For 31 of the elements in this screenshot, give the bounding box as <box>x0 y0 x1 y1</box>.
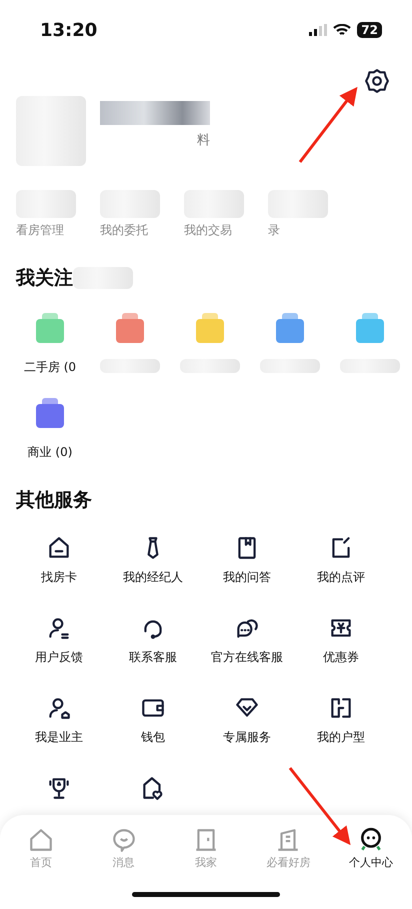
tab[interactable]: 个人中心 <box>330 827 412 870</box>
service-item[interactable]: 优惠券 <box>294 615 388 669</box>
service-item[interactable]: 我的经纪人 <box>106 535 200 589</box>
service-item[interactable]: 找房卡 <box>12 535 106 589</box>
profile-text: 料 <box>197 132 210 149</box>
battery-level: 72 <box>357 22 382 38</box>
stat-item[interactable]: 我的交易 <box>184 190 268 239</box>
message-bubble-icon <box>110 827 137 853</box>
stat-item[interactable]: 我的委托 <box>100 190 184 239</box>
service-item[interactable]: 联系客服 <box>106 615 200 669</box>
category-item[interactable]: 二手房 (0 <box>10 309 90 376</box>
section-title: 我关注 <box>16 266 73 291</box>
signal-icon <box>309 24 328 36</box>
service-item[interactable]: 我的点评 <box>294 535 388 589</box>
service-item[interactable]: 用户反馈 <box>12 615 106 669</box>
service-item[interactable]: 我的问答 <box>200 535 294 589</box>
category-item[interactable]: 商业 (0) <box>10 394 90 461</box>
avatar-redaction <box>16 96 86 166</box>
service-item[interactable]: 专属服务 <box>200 695 294 749</box>
section-title: 其他服务 <box>16 488 92 513</box>
home-icon <box>28 827 54 853</box>
title-redaction <box>73 267 133 289</box>
service-item[interactable]: 官方在线客服 <box>200 615 294 669</box>
status-time: 13:20 <box>40 20 98 40</box>
service-item[interactable]: 钱包 <box>106 695 200 749</box>
wifi-icon <box>333 24 352 36</box>
stat-item[interactable]: 看房管理 <box>16 190 100 239</box>
service-item[interactable]: 我是业主 <box>12 695 106 749</box>
stat-item[interactable]: 录 <box>268 190 352 239</box>
settings-icon[interactable] <box>364 68 390 94</box>
service-item[interactable]: 我的户型 <box>294 695 388 749</box>
